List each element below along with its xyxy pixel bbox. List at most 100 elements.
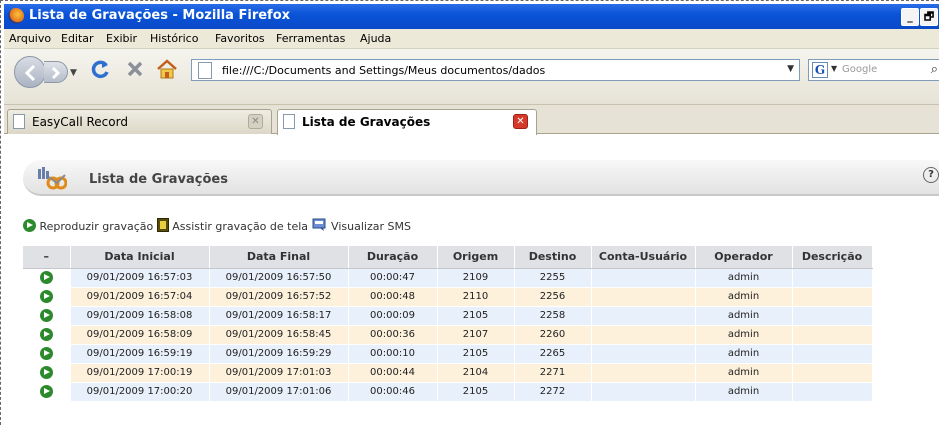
menu-ferramentas[interactable]: Ferramentas (276, 32, 345, 45)
play-recording-cell[interactable] (23, 363, 71, 383)
cell-conta-usuario (591, 306, 696, 326)
column-header-duracao[interactable]: Duração (348, 246, 438, 269)
legend-sms-label: Visualizar SMS (331, 220, 411, 233)
play-icon[interactable] (39, 347, 53, 360)
cell-duracao: 00:00:48 (348, 287, 438, 307)
table-row[interactable]: 09/01/2009 16:58:08 09/01/2009 16:58:17 00… (23, 306, 873, 326)
tab-label: EasyCall Record (32, 115, 128, 129)
cell-destino: 2260 (514, 325, 592, 345)
table-row[interactable]: 09/01/2009 17:00:19 09/01/2009 17:01:03 00… (23, 363, 873, 383)
stop-button[interactable] (124, 58, 146, 80)
menu-editar[interactable]: Editar (61, 32, 94, 45)
cell-descricao (792, 325, 873, 345)
play-icon (23, 219, 36, 232)
table-row[interactable]: 09/01/2009 17:00:20 09/01/2009 17:01:06 00… (23, 382, 873, 402)
column-header-data-inicial[interactable]: Data Inicial (70, 246, 210, 269)
cell-destino: 2256 (514, 287, 592, 307)
cell-operador: admin (695, 287, 793, 307)
help-icon[interactable]: ? (923, 167, 939, 183)
table-row[interactable]: 09/01/2009 16:57:04 09/01/2009 16:57:52 00… (23, 287, 873, 307)
cell-origem: 2104 (437, 363, 515, 383)
reload-button[interactable] (88, 57, 112, 81)
google-icon[interactable]: G (812, 62, 828, 78)
cell-destino: 2255 (514, 268, 592, 288)
back-button[interactable] (14, 56, 46, 88)
close-tab-icon[interactable]: ✕ (248, 114, 263, 129)
cell-data-inicial: 09/01/2009 17:00:20 (70, 382, 210, 402)
navigation-toolbar: ▼ file:///C:/Documents and Settings/Meus… (4, 49, 939, 105)
cell-duracao: 00:00:10 (348, 344, 438, 364)
table-row[interactable]: 09/01/2009 16:59:19 09/01/2009 16:59:29 00… (23, 344, 873, 364)
cell-duracao: 00:00:47 (348, 268, 438, 288)
column-header-descricao[interactable]: Descrição (792, 246, 873, 269)
cell-duracao: 00:00:44 (348, 363, 438, 383)
search-placeholder[interactable]: Google (842, 64, 877, 75)
history-dropdown-icon[interactable]: ▼ (70, 68, 77, 78)
screen-recording-icon (156, 218, 169, 232)
play-icon[interactable] (39, 290, 53, 303)
table-header-row: – Data Inicial Data Final Duração Origem… (23, 246, 873, 269)
cell-duracao: 00:00:36 (348, 325, 438, 345)
play-icon[interactable] (39, 328, 53, 341)
column-header-origem[interactable]: Origem (437, 246, 515, 269)
menu-ajuda[interactable]: Ajuda (360, 32, 391, 45)
tab-lista-de-gravacoes[interactable]: Lista de Gravações ✕ (277, 109, 537, 135)
minimize-button[interactable]: _ (901, 8, 919, 26)
cell-data-inicial: 09/01/2009 16:57:04 (70, 287, 210, 307)
play-recording-cell[interactable] (23, 325, 71, 345)
recordings-icon (38, 167, 67, 190)
cell-conta-usuario (591, 325, 696, 345)
maximize-button[interactable]: 🗗 (920, 8, 938, 26)
play-recording-cell[interactable] (23, 344, 71, 364)
url-dropdown-icon[interactable]: ▼ (787, 64, 794, 74)
cell-descricao (792, 306, 873, 326)
cell-destino: 2265 (514, 344, 592, 364)
cell-data-inicial: 09/01/2009 17:00:19 (70, 363, 210, 383)
play-recording-cell[interactable] (23, 268, 71, 288)
column-header-conta-usuario[interactable]: Conta-Usuário (591, 246, 696, 269)
cell-conta-usuario (591, 344, 696, 364)
play-icon[interactable] (39, 385, 53, 398)
play-recording-cell[interactable] (23, 382, 71, 402)
play-recording-cell[interactable] (23, 287, 71, 307)
column-header-operador[interactable]: Operador (695, 246, 793, 269)
forward-button[interactable] (44, 61, 68, 83)
table-row[interactable]: 09/01/2009 16:58:09 09/01/2009 16:58:45 00… (23, 325, 873, 345)
play-recording-cell[interactable] (23, 306, 71, 326)
column-header-actions[interactable]: – (23, 246, 71, 269)
table-row[interactable]: 09/01/2009 16:57:03 09/01/2009 16:57:50 00… (23, 268, 873, 288)
close-tab-icon[interactable]: ✕ (513, 114, 528, 129)
home-button[interactable] (155, 57, 179, 81)
url-text[interactable]: file:///C:/Documents and Settings/Meus d… (222, 64, 545, 77)
cell-descricao (792, 363, 873, 383)
cell-conta-usuario (591, 268, 696, 288)
search-engine-dropdown-icon[interactable]: ▼ (831, 64, 837, 73)
column-header-destino[interactable]: Destino (514, 246, 592, 269)
search-box[interactable]: G ▼ Google ⌕ (808, 59, 939, 81)
page-icon (13, 114, 25, 129)
firefox-logo-icon (8, 8, 24, 24)
menu-historico[interactable]: Histórico (150, 32, 198, 45)
cell-data-inicial: 09/01/2009 16:59:19 (70, 344, 210, 364)
home-icon (157, 59, 177, 79)
column-header-data-final[interactable]: Data Final (209, 246, 349, 269)
address-bar[interactable]: file:///C:/Documents and Settings/Meus d… (191, 59, 800, 81)
page-header: Lista de Gravações (23, 160, 939, 196)
back-arrow-icon (24, 64, 36, 82)
page-icon (283, 114, 295, 129)
legend-play-label: Reproduzir gravação (39, 220, 154, 233)
menu-exibir[interactable]: Exibir (106, 32, 137, 45)
cell-operador: admin (695, 363, 793, 383)
title-bar: Lista de Gravações - Mozilla Firefox _ 🗗 (4, 4, 939, 29)
menu-favoritos[interactable]: Favoritos (215, 32, 265, 45)
actions-legend: Reproduzir gravação Assistir gravação de… (23, 218, 411, 233)
page-title: Lista de Gravações (89, 172, 228, 187)
cell-data-final: 09/01/2009 16:57:50 (209, 268, 349, 288)
search-icon[interactable]: ⌕ (931, 62, 938, 77)
tab-label: Lista de Gravações (302, 115, 431, 129)
tab-easycall-record[interactable]: EasyCall Record ✕ (7, 109, 272, 134)
play-icon[interactable] (39, 366, 53, 379)
play-icon[interactable] (39, 309, 53, 322)
menu-arquivo[interactable]: Arquivo (9, 32, 51, 45)
play-icon[interactable] (39, 271, 53, 284)
